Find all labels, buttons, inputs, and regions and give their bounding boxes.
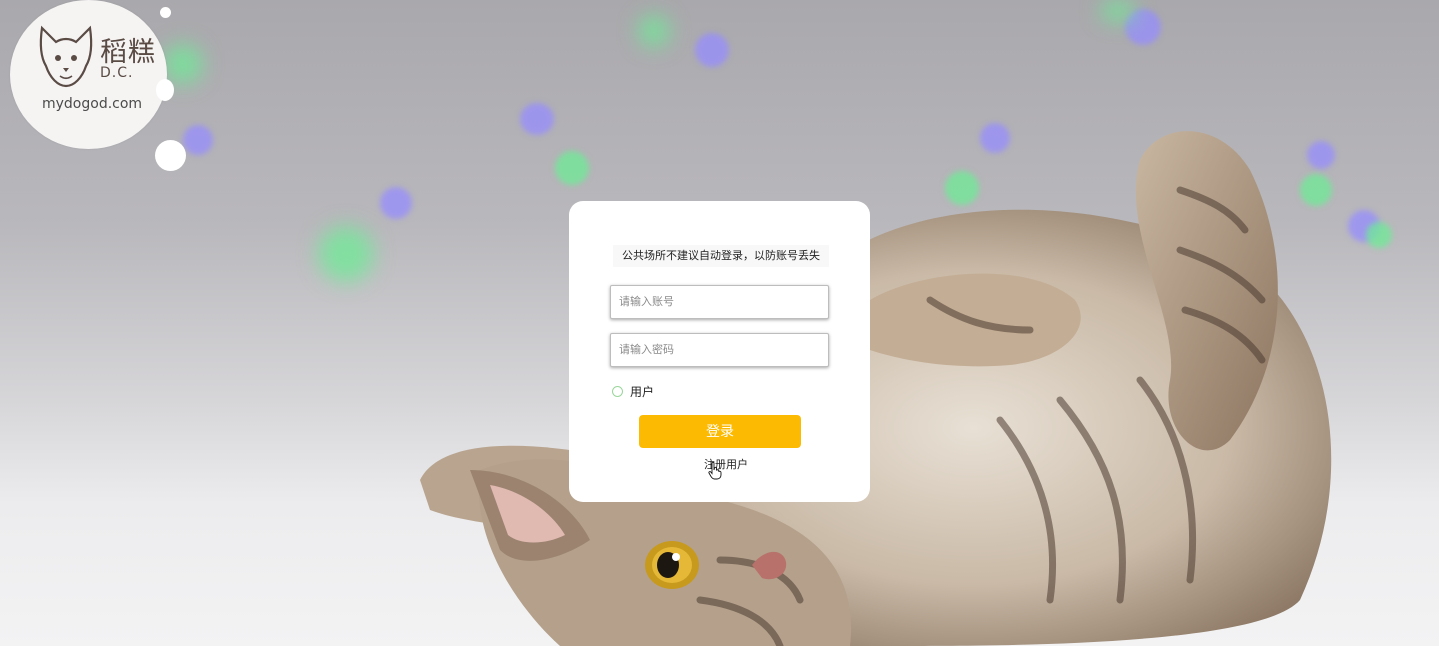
logo-brand-text: 稻糕 <box>100 37 156 68</box>
logo-bubble <box>155 140 186 171</box>
logo-bubble <box>160 7 171 18</box>
password-input[interactable] <box>611 334 828 366</box>
user-radio[interactable] <box>612 386 623 397</box>
account-input[interactable] <box>611 286 828 318</box>
cat-face-icon <box>39 25 93 88</box>
hand-pointer-icon <box>708 462 722 480</box>
role-option-user[interactable]: 用户 <box>612 383 654 400</box>
login-card: 公共场所不建议自动登录，以防账号丢失 用户 登录 注册用户 <box>569 201 870 502</box>
auto-login-notice: 公共场所不建议自动登录，以防账号丢失 <box>613 245 829 267</box>
password-field[interactable] <box>610 333 829 367</box>
logo-url-text: mydogod.com <box>42 96 143 112</box>
login-page: 稻糕 D.C. mydogod.com 公共场所不建议自动登录，以防账号丢失 用… <box>0 0 1439 646</box>
logo-bubble <box>156 79 174 101</box>
site-logo[interactable]: 稻糕 D.C. mydogod.com <box>10 0 167 149</box>
account-field[interactable] <box>610 285 829 319</box>
logo-sub-text: D.C. <box>100 65 134 81</box>
login-button[interactable]: 登录 <box>639 415 801 448</box>
user-radio-label: 用户 <box>630 385 655 399</box>
